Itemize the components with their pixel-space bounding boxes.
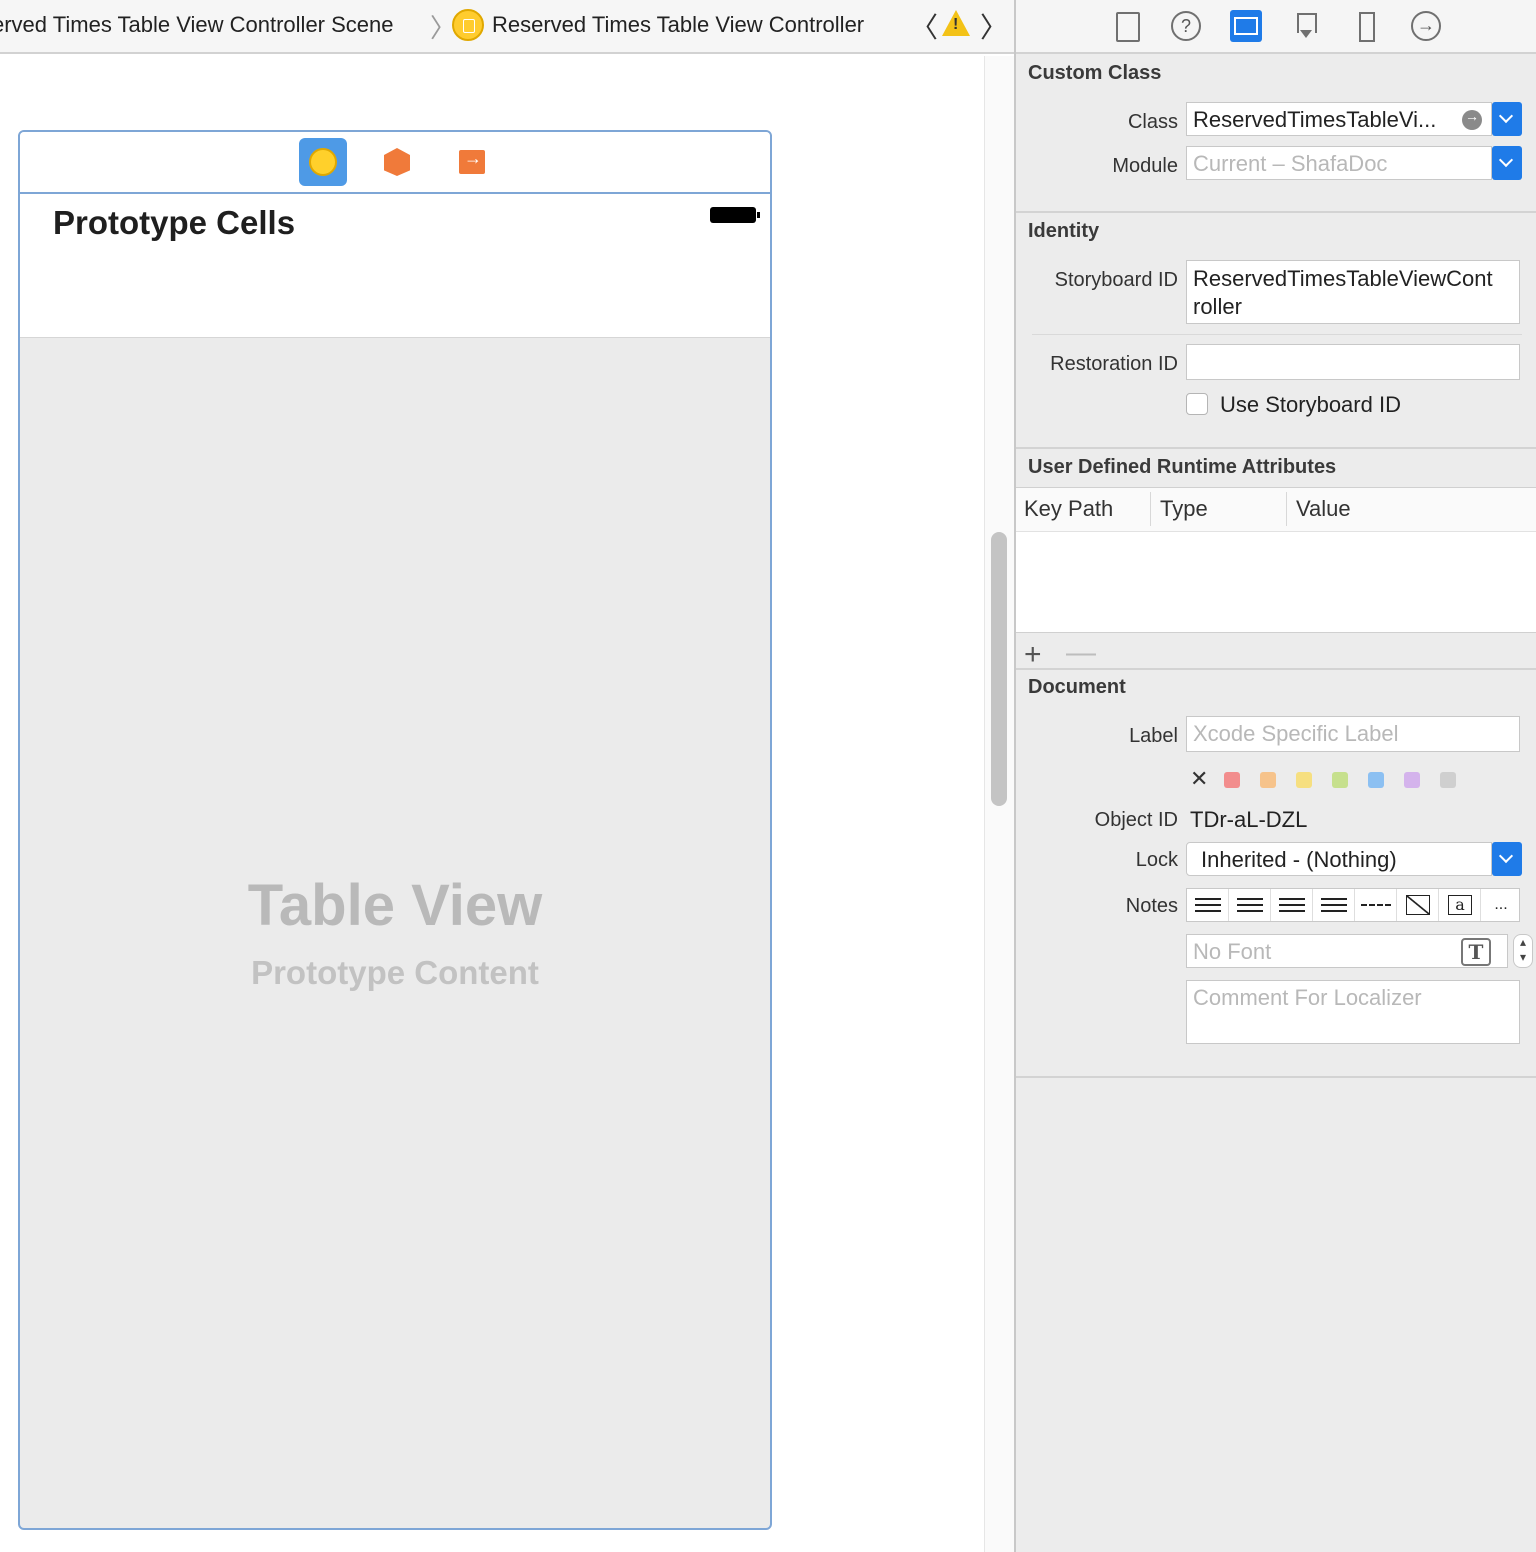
first-responder-icon[interactable]	[384, 148, 410, 176]
view-controller-icon	[452, 9, 484, 41]
column-separator	[1286, 492, 1287, 526]
identity-title: Identity	[1028, 220, 1100, 242]
align-center-button[interactable]	[1229, 889, 1271, 921]
restoration-id-field[interactable]	[1186, 344, 1520, 380]
row-divider	[1032, 334, 1522, 335]
label-color-swatch[interactable]	[1368, 772, 1384, 788]
inspector-tab-bar	[1016, 0, 1536, 54]
module-label: Module	[1112, 155, 1178, 177]
align-justify-icon	[1321, 898, 1347, 912]
no-color-icon	[1406, 895, 1430, 915]
storyboard-id-line-2: roller	[1193, 294, 1242, 319]
size-inspector-icon[interactable]	[1350, 10, 1382, 42]
lock-popup[interactable]: Inherited - (Nothing)	[1186, 842, 1492, 876]
class-dropdown-button[interactable]	[1492, 102, 1522, 136]
table-view-placeholder-subtitle: Prototype Content	[251, 954, 539, 991]
remove-attribute-button[interactable]: —	[1066, 636, 1096, 670]
align-justify-button[interactable]	[1313, 889, 1355, 921]
column-key-path[interactable]: Key Path	[1024, 496, 1113, 522]
view-controller-dock-icon[interactable]	[299, 138, 347, 186]
font-field[interactable]: No Font	[1186, 934, 1508, 968]
column-separator	[1150, 492, 1151, 526]
module-field[interactable]: Current – ShafaDoc	[1186, 146, 1492, 180]
module-dropdown-button[interactable]	[1492, 146, 1522, 180]
storyboard-id-label: Storyboard ID	[1054, 269, 1178, 291]
align-right-button[interactable]	[1271, 889, 1313, 921]
section-divider	[1016, 668, 1536, 670]
section-divider	[1016, 211, 1536, 213]
breadcrumb-scene[interactable]: erved Times Table View Controller Scene	[0, 12, 394, 38]
file-inspector-icon[interactable]	[1110, 10, 1142, 42]
section-divider	[1016, 1076, 1536, 1078]
font-picker-icon[interactable]: T	[1461, 938, 1491, 966]
xcode-label-field[interactable]: Xcode Specific Label	[1186, 716, 1520, 752]
label-color-swatch[interactable]	[1224, 772, 1240, 788]
column-type[interactable]: Type	[1160, 496, 1208, 522]
canvas-scrollbar-thumb[interactable]	[991, 532, 1007, 806]
notes-format-toolbar: a ...	[1186, 888, 1520, 922]
dashed-line-button[interactable]	[1355, 889, 1397, 921]
align-left-icon	[1195, 898, 1221, 912]
scene-dock	[20, 132, 770, 194]
document-title: Document	[1028, 676, 1126, 698]
comment-for-localizer-field[interactable]: Comment For Localizer	[1186, 980, 1520, 1044]
previous-issue-button[interactable]: 〈	[910, 6, 938, 46]
section-divider	[1016, 447, 1536, 449]
notes-label: Notes	[1125, 895, 1178, 917]
text-color-button[interactable]: a	[1439, 889, 1481, 921]
align-center-icon	[1237, 898, 1263, 912]
column-value[interactable]: Value	[1296, 496, 1351, 522]
lock-label: Lock	[1135, 849, 1178, 871]
runtime-attributes-header: Key Path Type Value	[1016, 488, 1536, 532]
connections-inspector-icon[interactable]	[1410, 10, 1442, 42]
table-view-placeholder-title: Table View	[247, 873, 543, 938]
object-id-value: TDr-aL-DZL	[1190, 807, 1308, 832]
notes-more-button[interactable]: ...	[1481, 889, 1521, 921]
custom-class-title: Custom Class	[1028, 62, 1162, 84]
runtime-attributes-title: User Defined Runtime Attributes	[1028, 456, 1337, 478]
breadcrumb-controller[interactable]: Reserved Times Table View Controller	[492, 12, 864, 38]
label-color-swatch[interactable]	[1440, 772, 1456, 788]
go-to-class-icon[interactable]	[1462, 108, 1482, 130]
storyboard-canvas[interactable]: erved Times Table View Controller Scene …	[0, 0, 1014, 1552]
no-color-button[interactable]	[1397, 889, 1439, 921]
align-left-button[interactable]	[1187, 889, 1229, 921]
next-issue-button[interactable]: 〉	[980, 6, 1008, 46]
prototype-cells-header[interactable]: Prototype Cells	[20, 194, 770, 338]
dashed-line-icon	[1361, 904, 1391, 906]
prototype-cells-title: Prototype Cells	[53, 204, 296, 241]
object-id-label: Object ID	[1094, 809, 1178, 831]
restoration-id-label: Restoration ID	[1050, 353, 1178, 375]
identity-inspector-icon[interactable]	[1230, 10, 1262, 42]
runtime-attributes-table[interactable]: Key Path Type Value	[1016, 487, 1536, 633]
lock-popup-button[interactable]	[1492, 842, 1522, 876]
clear-label-color-icon[interactable]: ✕	[1190, 766, 1208, 792]
label-color-swatch[interactable]	[1260, 772, 1276, 788]
label-color-swatch[interactable]	[1404, 772, 1420, 788]
exit-icon[interactable]	[459, 148, 485, 174]
text-color-icon: a	[1448, 895, 1472, 915]
class-field[interactable]: ReservedTimesTableVi...	[1186, 102, 1492, 136]
use-storyboard-id-label[interactable]: Use Storyboard ID	[1220, 392, 1401, 418]
class-label: Class	[1127, 111, 1178, 133]
storyboard-id-line-1: ReservedTimesTableViewCont	[1193, 266, 1493, 291]
quick-help-icon[interactable]	[1170, 10, 1202, 42]
identity-inspector: Custom Class Class ReservedTimesTableVi.…	[1014, 0, 1536, 1552]
add-attribute-button[interactable]: +	[1024, 638, 1042, 672]
align-right-icon	[1279, 898, 1305, 912]
attributes-inspector-icon[interactable]	[1290, 10, 1322, 42]
label-color-swatch[interactable]	[1332, 772, 1348, 788]
table-view-controller-scene[interactable]: Prototype Cells Table View Prototype Con…	[18, 130, 772, 1530]
label-label: Label	[1129, 725, 1178, 747]
warning-icon[interactable]	[942, 10, 970, 36]
battery-icon	[710, 207, 760, 223]
use-storyboard-id-checkbox[interactable]	[1186, 393, 1208, 415]
storyboard-id-field[interactable]: ReservedTimesTableViewCont roller	[1186, 260, 1520, 324]
jump-bar: erved Times Table View Controller Scene …	[0, 0, 1014, 54]
label-color-swatch[interactable]	[1296, 772, 1312, 788]
font-size-stepper[interactable]: ▴ ▾	[1513, 934, 1533, 968]
